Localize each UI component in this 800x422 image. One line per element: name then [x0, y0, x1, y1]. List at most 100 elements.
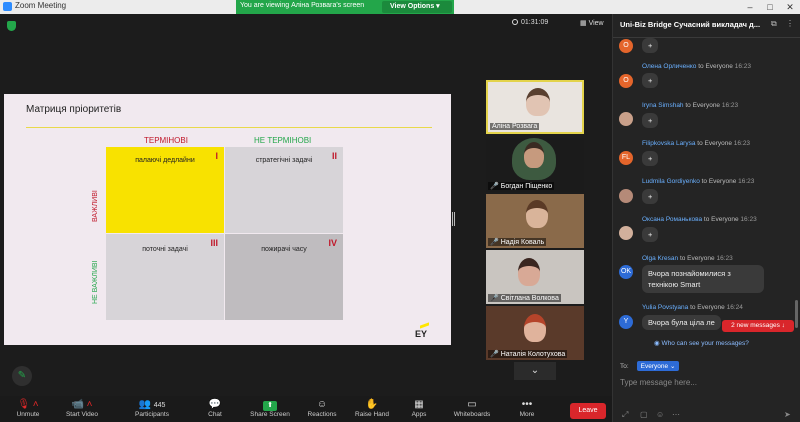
muted-mic-icon: 🎤: [490, 295, 499, 302]
chat-title: Uni-Biz Bridge Сучасний викладач д...: [620, 20, 761, 29]
sender-name[interactable]: Олена Орличенко: [642, 63, 696, 70]
chevron-down-icon: ⌄: [530, 365, 540, 376]
video-off-icon: 📹 ˄: [71, 399, 93, 410]
more-options-icon[interactable]: ⋮: [786, 19, 794, 28]
participant-name-text: Богдан Піщенко: [500, 183, 553, 190]
message-time: 16:23: [740, 216, 757, 223]
row-header-important: ВАЖЛИВІ: [92, 190, 99, 222]
video-tile[interactable]: 🎤 Наталія Колотухова: [486, 306, 584, 360]
whiteboards-button[interactable]: ▭ Whiteboards: [450, 398, 494, 418]
leave-button[interactable]: Leave: [570, 403, 606, 419]
unmute-button[interactable]: 🎙 ˄ Unmute: [10, 398, 46, 418]
whiteboards-label: Whiteboards: [453, 411, 491, 418]
recipient: to Everyone: [679, 255, 715, 262]
cell-number: I: [215, 151, 218, 161]
view-options-button[interactable]: View Options ▾: [382, 1, 452, 13]
message-bubble[interactable]: +: [642, 38, 659, 53]
sender-name[interactable]: Olga Kresan: [642, 255, 678, 262]
message-bubble[interactable]: Вчора була ціла ле: [642, 315, 721, 330]
scroll-down-button[interactable]: ⌄: [514, 362, 556, 380]
chat-icon: 💬: [208, 399, 222, 410]
message-bubble[interactable]: +: [642, 227, 659, 242]
file-icon[interactable]: ▢: [640, 410, 648, 419]
sender-name[interactable]: Оксана Романькова: [642, 216, 702, 223]
more-button[interactable]: ••• More: [512, 398, 542, 418]
meeting-timer: 01:31:09: [512, 19, 548, 26]
slide-title-underline: [26, 127, 432, 128]
send-icon[interactable]: ➤: [784, 410, 791, 419]
message-header: Olga Kresan to Everyone 16:23: [642, 255, 733, 262]
raise-hand-button[interactable]: ✋ Raise Hand: [352, 398, 392, 418]
new-messages-label: 2 new messages: [731, 322, 780, 329]
close-icon[interactable]: ✕: [780, 0, 800, 14]
chat-button[interactable]: 💬 Chat: [200, 398, 230, 418]
message-time: 16:24: [726, 304, 743, 311]
message-bubble[interactable]: +: [642, 113, 659, 128]
cell-number: IV: [328, 238, 337, 248]
column-header-urgent: ТЕРМІНОВІ: [144, 136, 188, 145]
participants-button[interactable]: 👥 445 Participants: [130, 398, 174, 418]
popout-icon[interactable]: ⧉: [771, 19, 777, 29]
message-bubble[interactable]: Вчора познайомилися з технікою Smart: [642, 265, 764, 293]
participant-name: 🎤 Богдан Піщенко: [488, 182, 555, 190]
recipient: to Everyone: [690, 304, 725, 311]
start-video-button[interactable]: 📹 ˄ Start Video: [60, 398, 104, 418]
reactions-button[interactable]: ☺ Reactions: [304, 398, 340, 418]
to-label: To:: [620, 363, 629, 370]
message-time: 16:23: [716, 255, 733, 262]
chat-scrollbar[interactable]: [795, 300, 798, 328]
unmute-label: Unmute: [16, 411, 40, 418]
sender-name[interactable]: Ludmila Gordiyenko: [642, 178, 700, 185]
microphone-muted-icon: 🎙 ˄: [17, 399, 39, 410]
sender-name[interactable]: Iryna Simshah: [642, 102, 684, 109]
participant-video: [518, 258, 540, 286]
message-header: Yulia Povstyana to Everyone 16:24: [642, 304, 743, 311]
message-bubble[interactable]: +: [642, 151, 659, 166]
emoji-icon[interactable]: ☺: [656, 410, 664, 419]
start-video-label: Start Video: [65, 411, 99, 418]
slide-title: Матриця пріоритетів: [26, 104, 122, 115]
meeting-toolbar: 🎙 ˄ Unmute 📹 ˄ Start Video 👥 445 Partici…: [0, 396, 612, 422]
participants-count: 445: [153, 402, 166, 409]
maximize-icon[interactable]: □: [760, 0, 780, 14]
sender-name[interactable]: Yulia Povstyana: [642, 304, 688, 311]
chat-label: Chat: [208, 411, 222, 418]
recipient-dropdown[interactable]: Everyone ⌄: [636, 361, 680, 371]
message-header: Оксана Романькова to Everyone 16:23: [642, 216, 757, 223]
who-can-see-link[interactable]: ◉ Who can see your messages?: [654, 339, 749, 347]
raise-hand-icon: ✋: [365, 399, 379, 410]
meeting-area: 01:31:09 ▦ View Матриця пріоритетів ТЕРМ…: [0, 14, 612, 396]
share-screen-button[interactable]: ⬆ Share Screen: [246, 398, 294, 418]
video-tile[interactable]: 🎤 Світлана Волкова: [486, 250, 584, 304]
minimize-icon[interactable]: –: [740, 0, 760, 14]
participant-name: 🎤 Світлана Волкова: [488, 294, 561, 302]
screen-share-banner: You are viewing Аліна Розвага's screen V…: [236, 0, 454, 14]
zoom-app-icon: [3, 2, 12, 11]
more-options-icon[interactable]: ⋯: [672, 410, 680, 419]
reactions-label: Reactions: [307, 411, 337, 418]
new-messages-button[interactable]: 2 new messages ↓: [722, 320, 794, 332]
video-tile[interactable]: Аліна Розвага: [486, 80, 584, 134]
share-screen-label: Share Screen: [250, 411, 290, 418]
recipient: to Everyone: [703, 216, 739, 223]
sender-name[interactable]: Filipkovska Larysa: [642, 140, 695, 147]
security-shield-icon[interactable]: [7, 21, 16, 31]
chat-header: Uni-Biz Bridge Сучасний викладач д... ⧉ …: [613, 14, 800, 38]
splitter-handle[interactable]: [452, 212, 455, 226]
reactions-icon: ☺: [316, 399, 328, 410]
message-bubble[interactable]: +: [642, 73, 659, 88]
chat-message-input[interactable]: Type message here...: [620, 378, 697, 387]
message-time: 16:23: [734, 63, 751, 70]
avatar-photo: [619, 189, 633, 203]
screenshot-icon[interactable]: ⤢: [622, 410, 628, 420]
apps-button[interactable]: ▦ Apps: [404, 398, 434, 418]
video-tile[interactable]: 🎤 Надія Коваль: [486, 194, 584, 248]
participant-video: [526, 200, 548, 228]
annotate-pencil-button[interactable]: ✎: [12, 366, 32, 386]
share-banner-text: You are viewing Аліна Розвага's screen: [240, 2, 365, 9]
video-tile[interactable]: 🎤 Богдан Піщенко: [486, 138, 584, 192]
message-bubble[interactable]: +: [642, 189, 659, 204]
message-time: 16:23: [733, 140, 751, 147]
view-button[interactable]: ▦ View: [580, 19, 604, 27]
raise-hand-label: Raise Hand: [355, 411, 389, 418]
